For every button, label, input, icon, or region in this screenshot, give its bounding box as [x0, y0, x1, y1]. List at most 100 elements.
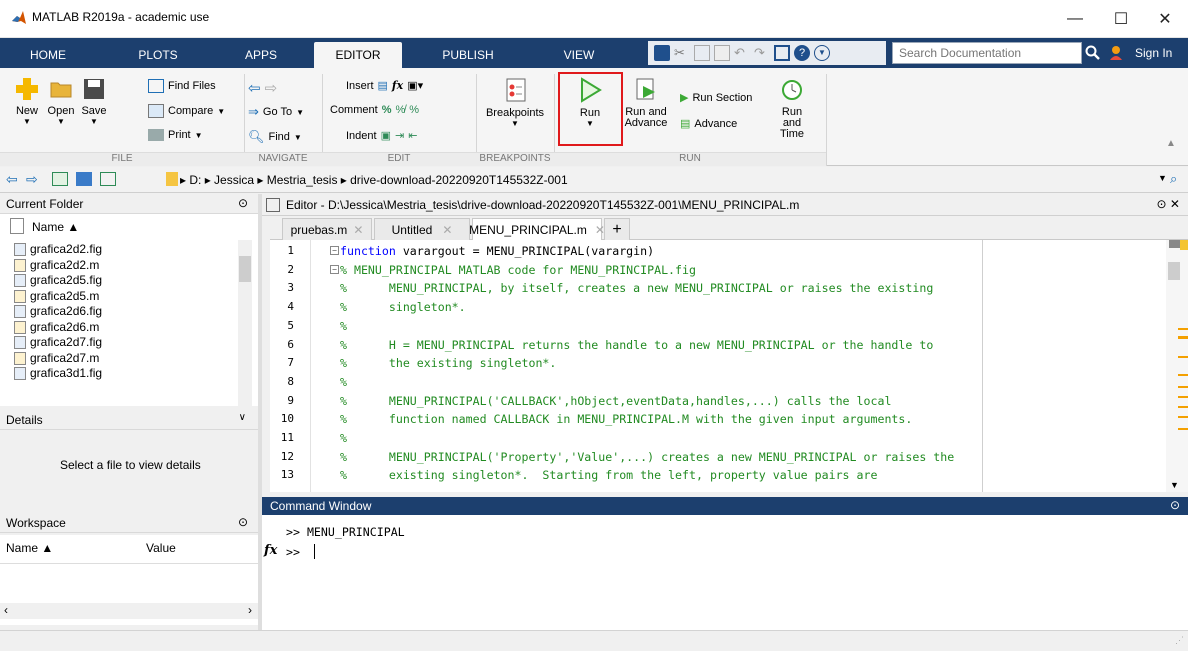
compare-button[interactable]: Compare ▼ — [148, 104, 225, 118]
file-list-item[interactable]: grafica3d1.fig — [30, 366, 102, 380]
search-icon[interactable] — [1085, 45, 1101, 61]
find-files-button[interactable]: Find Files — [148, 79, 216, 93]
text-cursor — [314, 544, 315, 559]
tab-untitled[interactable]: Untitled ✕ — [374, 218, 470, 240]
editor-close-icon[interactable]: ⊙ ✕ — [1157, 197, 1180, 211]
maximize-button[interactable]: ☐ — [1098, 0, 1144, 38]
comment-button[interactable]: Comment% %̸% — [330, 104, 419, 116]
tab-publish[interactable]: PUBLISH — [424, 42, 512, 68]
find-button[interactable]: 🔍︎ Find ▼ — [248, 129, 302, 145]
code-editor[interactable]: 1 − function varargout = MENU_PRINCIPAL(va… — [270, 240, 1184, 492]
insert-button[interactable]: Insert ▤ fx ▣▾ — [346, 79, 423, 92]
tab-pruebas[interactable]: pruebas.m ✕ — [282, 218, 372, 240]
tab-home[interactable]: HOME — [8, 42, 88, 68]
forward-icon[interactable]: ⇨ — [26, 171, 38, 188]
compare-icon — [148, 104, 164, 118]
run-and-time-button[interactable]: Run and Time — [772, 76, 812, 146]
workspace-name-header[interactable]: Name ▲ — [6, 541, 53, 555]
tab-plots[interactable]: PLOTS — [118, 42, 198, 68]
name-column-header[interactable]: Name ▲ — [32, 220, 79, 234]
run-section-label: RUN — [554, 152, 826, 166]
save-icon[interactable] — [654, 45, 670, 61]
redo-icon[interactable]: ↷ — [754, 45, 770, 61]
customize-icon[interactable]: ▼ — [814, 45, 830, 61]
close-button[interactable]: ✕ — [1142, 0, 1188, 38]
advance-button[interactable]: ▤ Advance — [680, 117, 737, 131]
new-file-icon — [16, 78, 38, 100]
goto-button[interactable]: ⇒ Go To ▼ — [248, 104, 304, 120]
search-documentation-input[interactable] — [892, 42, 1082, 64]
workspace-menu-icon[interactable]: ⊙ — [238, 515, 248, 529]
resize-grip-icon[interactable]: ⋰ — [1175, 635, 1184, 646]
sign-in-link[interactable]: Sign In — [1135, 46, 1172, 60]
file-list-item[interactable]: grafica2d5.fig — [30, 273, 102, 287]
fold-toggle-icon[interactable]: − — [330, 264, 339, 274]
tab-menu-principal[interactable]: MENU_PRINCIPAL.m ✕ — [469, 218, 605, 240]
search-folder-icon[interactable] — [100, 172, 116, 186]
file-list-item[interactable]: grafica2d6.fig — [30, 304, 102, 318]
tab-apps[interactable]: APPS — [226, 42, 296, 68]
file-list-item[interactable]: grafica2d7.fig — [30, 335, 102, 349]
switch-windows-icon[interactable] — [774, 45, 790, 61]
file-list-item[interactable]: grafica2d6.m — [30, 320, 99, 334]
new-tab-button[interactable]: + — [604, 218, 630, 240]
folder-path[interactable]: ▸ D: ▸ Jessica ▸ Mestria_tesis ▸ drive-d… — [180, 173, 568, 187]
notification-icon[interactable] — [1107, 44, 1125, 62]
editor-scrollbar[interactable]: ▼ — [1166, 240, 1188, 492]
back-icon[interactable]: ⇦ — [6, 171, 18, 188]
code-line: % the existing singleton*. — [340, 356, 556, 370]
new-label: New — [15, 105, 38, 117]
browse-folder-icon[interactable] — [76, 172, 92, 186]
figfile-icon — [14, 367, 26, 380]
file-list-item[interactable]: grafica2d2.fig — [30, 242, 102, 256]
minimize-button[interactable]: — — [1052, 0, 1098, 38]
indent-button[interactable]: Indent ▣ ⇥ ⇤ — [346, 129, 418, 143]
fx-icon[interactable]: fx — [264, 543, 277, 558]
code-line: % MENU_PRINCIPAL, by itself, creates a n… — [340, 281, 933, 295]
copy-icon[interactable] — [694, 45, 710, 61]
file-list-item[interactable]: grafica2d7.m — [30, 351, 99, 365]
tab-editor[interactable]: EDITOR — [314, 42, 402, 68]
decrease-indent-icon: ⇤ — [408, 130, 418, 142]
undo-icon[interactable]: ↶ — [734, 45, 750, 61]
file-list-item[interactable]: grafica2d5.m — [30, 289, 99, 303]
command-window-menu-icon[interactable]: ⊙ — [1170, 498, 1180, 512]
open-button[interactable]: Open ▼ — [46, 76, 76, 146]
help-icon[interactable]: ? — [794, 45, 810, 61]
open-label: Open — [47, 105, 75, 117]
save-button[interactable]: Save ▼ — [78, 76, 110, 146]
comment-text: % the existing singleton*. — [340, 356, 557, 371]
search-path-icon[interactable]: ⌕ — [1170, 171, 1177, 187]
folder-scrollbar[interactable] — [238, 240, 252, 406]
panel-menu-icon[interactable]: ⊙ — [238, 196, 248, 210]
command-window[interactable]: >> MENU_PRINCIPAL fx >> — [262, 515, 1188, 630]
paste-icon[interactable] — [714, 45, 730, 61]
workspace-value-header[interactable]: Value — [146, 541, 176, 555]
fold-toggle-icon[interactable]: − — [330, 246, 339, 255]
print-button[interactable]: Print ▼ — [148, 129, 203, 141]
save-disk-icon — [84, 79, 104, 99]
right-margin-line — [982, 240, 983, 492]
command-window-header: Command Window ⊙ — [262, 497, 1188, 515]
details-collapse-icon[interactable]: ∨ — [239, 412, 246, 423]
uncomment-icon: %̸ — [395, 104, 406, 116]
close-tab-icon[interactable]: ✕ — [442, 223, 452, 237]
run-section-button[interactable]: ▶ Run Section — [680, 91, 752, 105]
close-tab-icon[interactable]: ✕ — [353, 223, 363, 237]
cut-icon[interactable]: ✂ — [674, 45, 690, 61]
run-and-advance-button[interactable]: Run and Advance — [624, 76, 668, 146]
file-list-item[interactable]: grafica2d2.m — [30, 258, 99, 272]
collapse-toolstrip-icon[interactable]: ▲ — [1166, 138, 1176, 149]
breakpoints-button[interactable]: Breakpoints ▼ — [484, 76, 546, 146]
path-dropdown-icon[interactable]: ▼ — [1158, 173, 1167, 183]
tab-view[interactable]: VIEW — [540, 42, 618, 68]
back-forward-buttons[interactable]: ⇦ ⇨ — [248, 79, 277, 97]
increase-indent-icon: ⇥ — [395, 130, 405, 142]
comment-text: % existing singleton*. Starting from the… — [340, 468, 878, 483]
up-folder-icon[interactable] — [52, 172, 68, 186]
title-bar: MATLAB R2019a - academic use — ☐ ✕ — [0, 0, 1188, 38]
code-line: function varargout = MENU_PRINCIPAL(vara… — [340, 244, 654, 258]
new-button[interactable]: New ▼ — [12, 76, 42, 146]
workspace-hscrollbar[interactable]: ‹ › — [0, 603, 258, 619]
comment-text: % — [340, 318, 347, 333]
